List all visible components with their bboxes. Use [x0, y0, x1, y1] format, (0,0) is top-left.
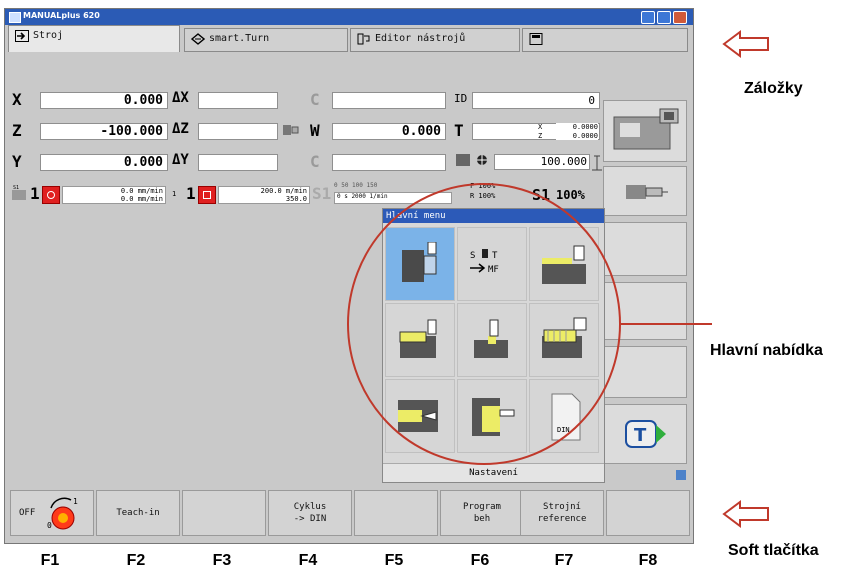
- softkey-f8[interactable]: [606, 490, 690, 536]
- f4-key-label: F4: [298, 552, 318, 569]
- svg-text:1: 1: [73, 497, 78, 506]
- main-menu-annotation: Hlavní nabídka: [710, 342, 823, 359]
- spindle-stop-icon: 10: [47, 497, 78, 530]
- softkey-teach-in[interactable]: Teach-in: [96, 490, 180, 536]
- softkey-f3[interactable]: [182, 490, 266, 536]
- main-menu-highlight: [347, 183, 621, 465]
- annotation-overlay: [347, 30, 769, 528]
- svg-text:0: 0: [47, 521, 52, 530]
- softkeys-arrow-icon: [722, 500, 769, 528]
- tabs-arrow-icon: [722, 30, 769, 58]
- f6-key-label: F6: [470, 552, 490, 569]
- f5-key-label: F5: [384, 552, 404, 569]
- softkey-cycle-to-din[interactable]: Cyklus -> DIN: [268, 490, 352, 536]
- f3-key-label: F3: [212, 552, 232, 569]
- softkey-program-run[interactable]: Program beh: [440, 490, 524, 536]
- softkey-machine-reference[interactable]: Strojní reference: [520, 490, 604, 536]
- f8-key-label: F8: [638, 552, 658, 569]
- softkey-off[interactable]: OFF 10: [10, 490, 94, 536]
- f7-key-label: F7: [554, 552, 574, 569]
- softkey-label: OFF: [19, 508, 36, 518]
- f1-key-label: F1: [40, 552, 60, 569]
- f2-key-label: F2: [126, 552, 146, 569]
- softkey-f5[interactable]: [354, 490, 438, 536]
- softkeys-annotation: Soft tlačítka: [728, 542, 819, 559]
- tabs-annotation: Záložky: [744, 80, 803, 97]
